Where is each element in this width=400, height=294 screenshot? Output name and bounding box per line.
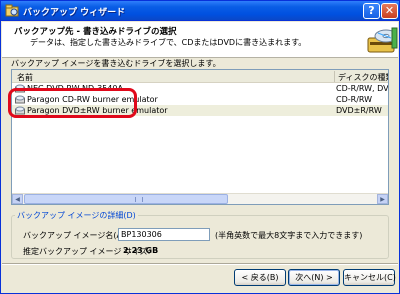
wizard-header: バックアップ先 - 書き込みドライブの選択 データは、指定した書き込みドライブで…: [2, 22, 398, 58]
column-header-name[interactable]: 名前: [17, 72, 33, 83]
emulator-highlight-annotation: [8, 88, 137, 118]
drive-disc-type: CD-R/RW: [336, 95, 373, 104]
title-bar[interactable]: バックアップ ウィザード ? ✕: [1, 1, 399, 21]
scroll-thumb[interactable]: [24, 194, 228, 204]
cancel-button[interactable]: キャンセル(C): [343, 269, 396, 286]
page-subtitle: データは、指定した書き込みドライブで、CDまたはDVDに書き込まれます。: [30, 38, 307, 47]
page-title: バックアップ先 - 書き込みドライブの選択: [14, 27, 177, 37]
backup-wizard-icon: [5, 4, 19, 17]
back-button[interactable]: < 戻る(B): [234, 269, 286, 286]
drive-disc-type: CD-R/RW, DVD: [336, 84, 389, 93]
column-separator[interactable]: [334, 71, 335, 82]
horizontal-scrollbar[interactable]: ◀ ▶: [12, 193, 388, 204]
scroll-grip-icon: [135, 197, 143, 202]
next-button[interactable]: 次へ(N) >: [288, 269, 340, 286]
window-title: バックアップ ウィザード: [23, 8, 126, 18]
image-name-hint: (半角英数で最大8文字まで入力できます): [215, 231, 363, 240]
close-button[interactable]: ✕: [381, 3, 398, 19]
scroll-right-button[interactable]: ▶: [377, 194, 388, 204]
list-header: 名前 ディスクの種類: [12, 70, 388, 83]
wizard-window: バックアップ ウィザード ? ✕ バックアップ先 - 書き込みドライブの選択 デ…: [0, 0, 400, 294]
image-size-value: 2.23 GB: [123, 246, 159, 255]
column-header-disc-type[interactable]: ディスクの種類: [338, 72, 388, 83]
image-name-label: バックアップ イメージ名(A): [23, 231, 126, 240]
instruction-text: バックアップ イメージを書き込むドライブを選択します。: [11, 59, 221, 68]
help-button[interactable]: ?: [363, 3, 380, 19]
burner-disc-icon: [367, 27, 398, 53]
drive-disc-type: DVD±R/RW: [336, 106, 382, 115]
image-details-legend: バックアップ イメージの詳細(D): [15, 210, 138, 221]
image-name-input[interactable]: BP130306: [118, 228, 210, 241]
footer-divider: [2, 263, 398, 265]
scroll-left-button[interactable]: ◀: [12, 194, 23, 204]
